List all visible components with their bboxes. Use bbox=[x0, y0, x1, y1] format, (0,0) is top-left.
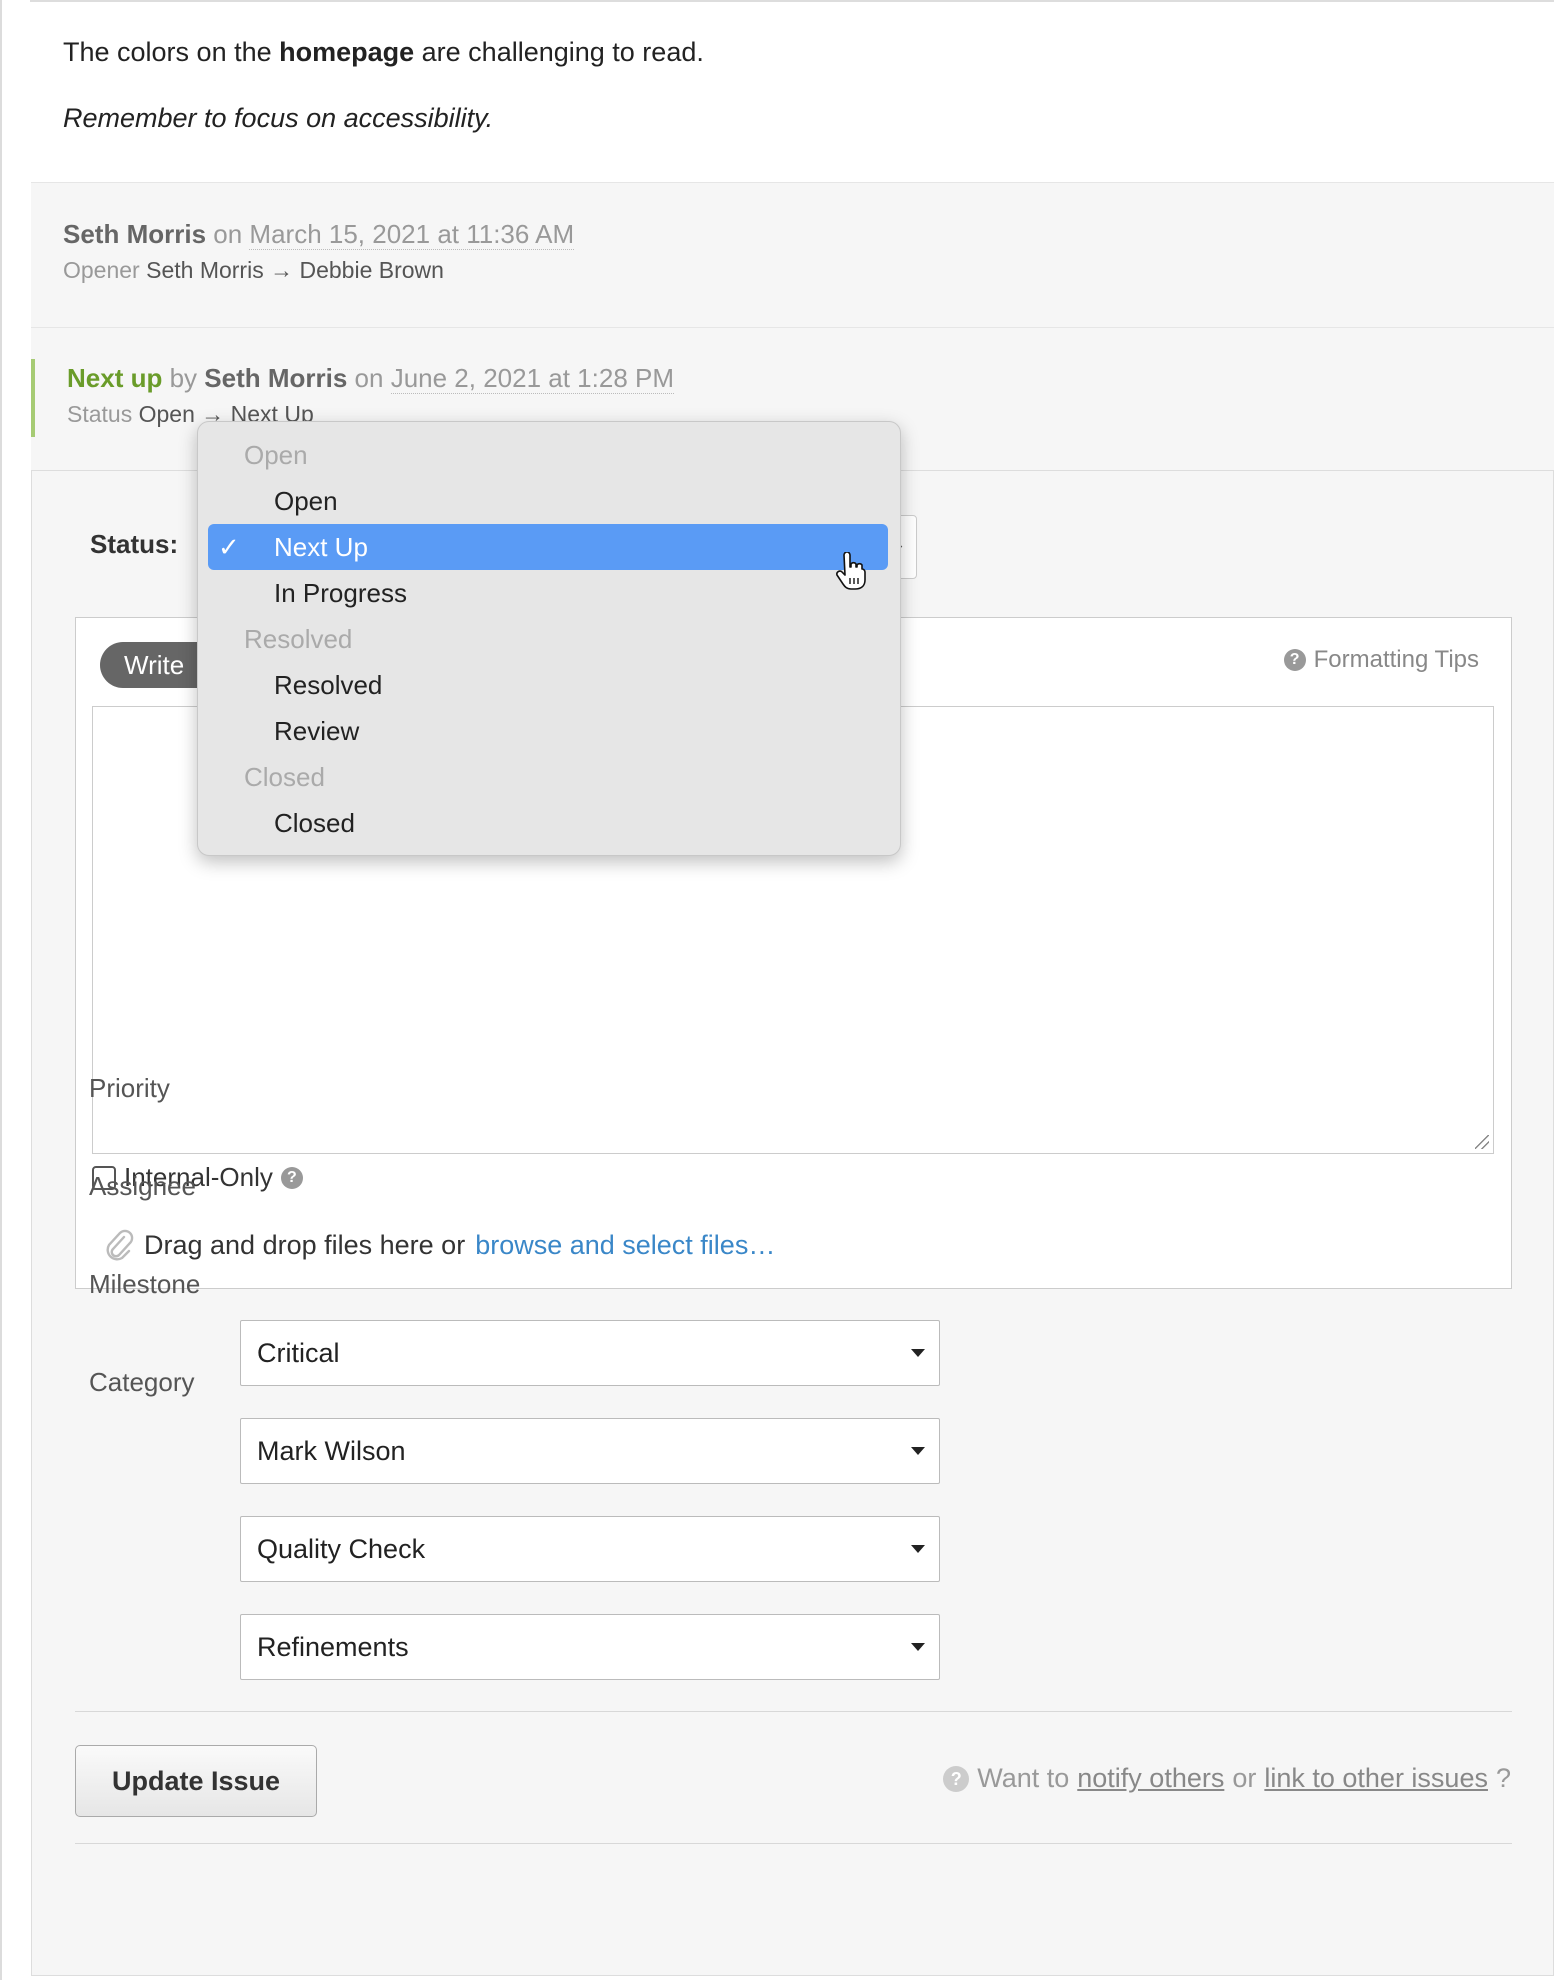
event-opener-change: Seth Morris on March 15, 2021 at 11:36 A… bbox=[63, 219, 575, 283]
caret-down-icon bbox=[911, 1545, 925, 1553]
caret-down-icon bbox=[911, 1447, 925, 1455]
resize-handle-icon[interactable] bbox=[1475, 1135, 1489, 1149]
milestone-select[interactable]: Quality Check bbox=[240, 1516, 940, 1582]
attach-text: Drag and drop files here or bbox=[144, 1229, 466, 1260]
attachment-dropzone[interactable]: Drag and drop files here or browse and s… bbox=[104, 1228, 775, 1262]
update-issue-button[interactable]: Update Issue bbox=[75, 1745, 317, 1817]
issue-page: The colors on the homepage are challengi… bbox=[0, 0, 1554, 1980]
priority-select[interactable]: Critical bbox=[240, 1320, 940, 1386]
status-label: Status: bbox=[90, 529, 179, 559]
form-divider-bottom bbox=[75, 1843, 1512, 1844]
caret-down-icon bbox=[911, 1349, 925, 1357]
formatting-tips-link[interactable]: ? Formatting Tips bbox=[1283, 646, 1479, 674]
question-circle-icon: ? bbox=[943, 1765, 970, 1792]
left-rail bbox=[0, 0, 2, 1980]
category-label: Category bbox=[89, 1367, 195, 1397]
event-field: Opener bbox=[63, 257, 140, 283]
milestone-label: Milestone bbox=[89, 1269, 201, 1299]
question-circle-icon: ? bbox=[1283, 649, 1306, 671]
browse-files-link[interactable]: browse and select files… bbox=[475, 1230, 775, 1261]
event-date[interactable]: June 2, 2021 at 1:28 PM bbox=[390, 363, 675, 394]
dropdown-group-open: Open bbox=[244, 440, 308, 470]
dropdown-option-in-progress[interactable]: In Progress bbox=[208, 570, 888, 616]
dropdown-option-closed[interactable]: Closed bbox=[208, 800, 888, 846]
event-author[interactable]: Seth Morris bbox=[204, 363, 347, 393]
dropdown-option-resolved[interactable]: Resolved bbox=[208, 662, 888, 708]
dropdown-group-closed: Closed bbox=[244, 762, 325, 792]
category-row: Category bbox=[89, 1367, 269, 1398]
notify-hint: ? Want to notify others or link to other… bbox=[943, 1763, 1511, 1794]
event-date[interactable]: March 15, 2021 at 11:36 AM bbox=[249, 219, 575, 250]
pointer-hand-icon bbox=[836, 552, 866, 590]
formatting-tips-label: Formatting Tips bbox=[1313, 646, 1479, 673]
event-status-change: Next up by Seth Morris on June 2, 2021 a… bbox=[67, 363, 675, 427]
notify-others-link[interactable]: notify others bbox=[1077, 1763, 1224, 1794]
comment-body: The colors on the homepage are challengi… bbox=[63, 34, 704, 136]
event-author[interactable]: Seth Morris bbox=[63, 219, 206, 249]
caret-down-icon bbox=[911, 1643, 925, 1651]
top-divider bbox=[30, 0, 1554, 2]
dropdown-option-review[interactable]: Review bbox=[208, 708, 888, 754]
paperclip-icon bbox=[106, 1229, 134, 1261]
category-select[interactable]: Refinements bbox=[240, 1614, 940, 1680]
dropdown-option-open[interactable]: Open bbox=[208, 478, 888, 524]
milestone-row: Milestone bbox=[89, 1269, 269, 1300]
comment-line-1: The colors on the homepage are challengi… bbox=[63, 37, 704, 67]
event-status: Next up bbox=[67, 363, 163, 393]
priority-row: Priority bbox=[89, 1073, 269, 1104]
dropdown-group-resolved: Resolved bbox=[244, 624, 353, 654]
status-accent-bar bbox=[31, 359, 35, 437]
form-divider bbox=[75, 1711, 1512, 1712]
link-issues-link[interactable]: link to other issues bbox=[1264, 1763, 1488, 1794]
status-dropdown-menu: Open Open ✓ Next Up In Progress Resolved… bbox=[197, 421, 901, 856]
assignee-select[interactable]: Mark Wilson bbox=[240, 1418, 940, 1484]
comment-line-2: Remember to focus on accessibility. bbox=[63, 103, 494, 133]
question-circle-icon[interactable]: ? bbox=[280, 1166, 303, 1189]
priority-label: Priority bbox=[89, 1073, 170, 1103]
assignee-row: Assignee bbox=[89, 1171, 269, 1202]
event-divider bbox=[31, 327, 1554, 328]
checkmark-icon: ✓ bbox=[218, 532, 240, 562]
event-field: Status bbox=[67, 401, 133, 427]
comment-bold-word: homepage bbox=[279, 37, 415, 67]
dropdown-option-next-up[interactable]: ✓ Next Up bbox=[208, 524, 888, 570]
assignee-label: Assignee bbox=[89, 1171, 196, 1201]
